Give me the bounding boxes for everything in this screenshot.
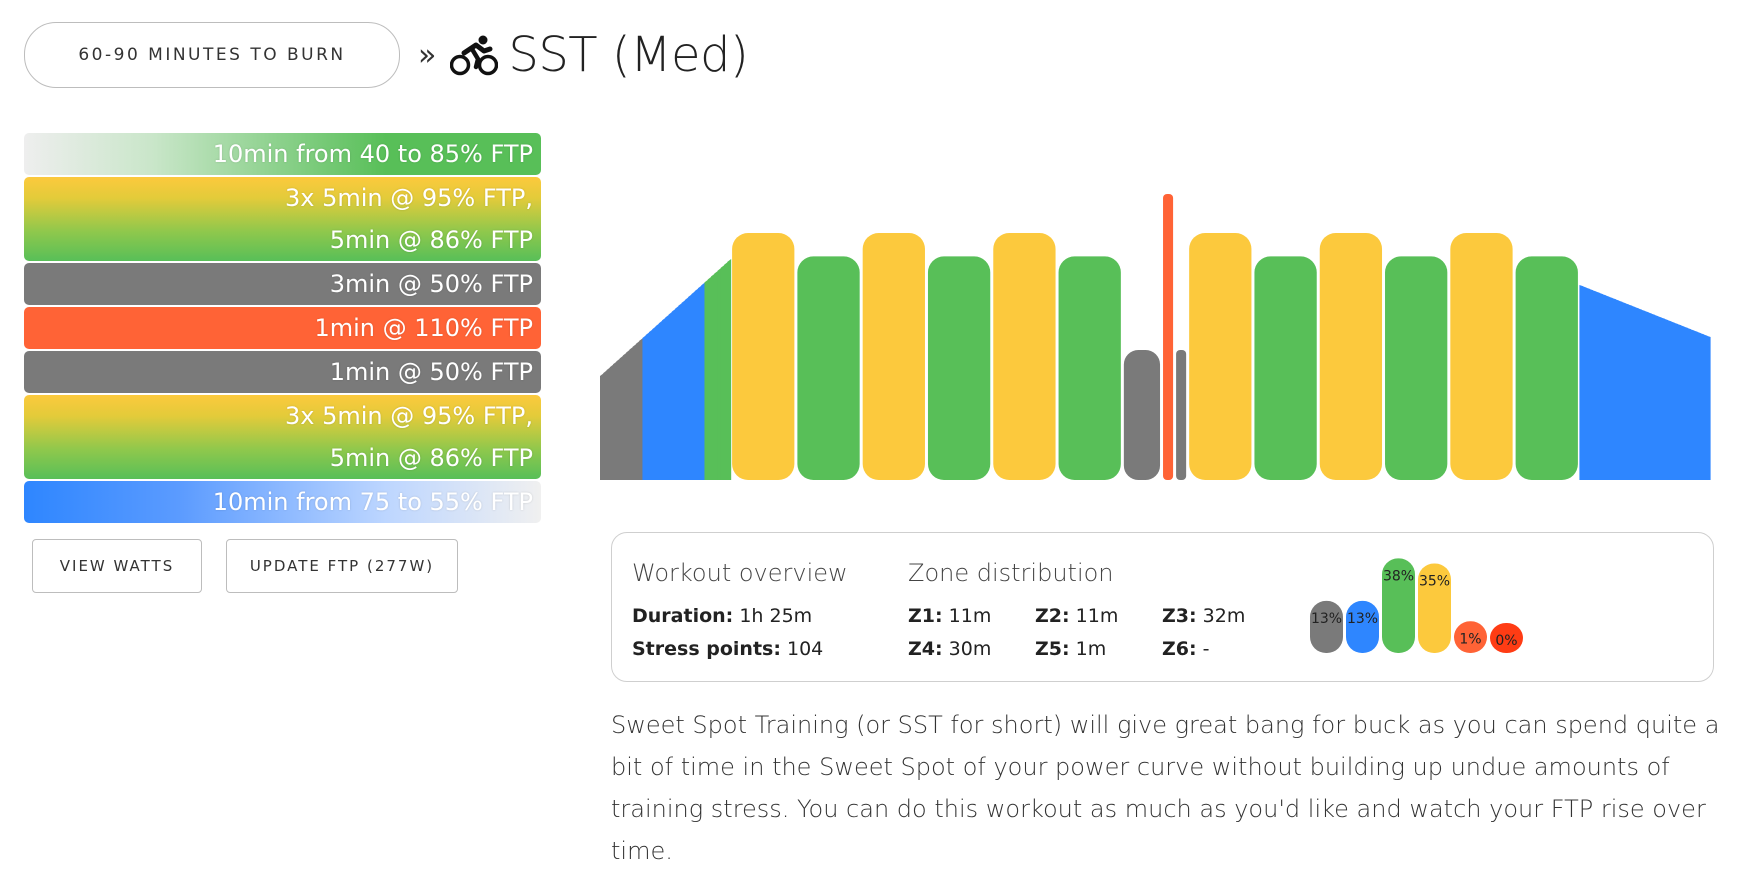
zone-label: Z1:	[908, 605, 943, 627]
zone-label: Z6:	[1162, 638, 1197, 660]
interval-segment-label: 1min @ 50% FTP	[329, 358, 533, 386]
interval-segment: 3min @ 50% FTP	[24, 263, 541, 305]
view-watts-button[interactable]: VIEW WATTS	[32, 539, 202, 593]
bicycle-rider-icon	[450, 35, 499, 76]
interval-segment: 1min @ 50% FTP	[24, 351, 541, 393]
zone-stat-z2: Z2: 11m	[1035, 605, 1118, 627]
workout-block	[927, 256, 991, 480]
zone-distribution-chart: 13% 13% 38% 35% 1% 0%	[1310, 558, 1523, 653]
interval-segment: 3x 5min @ 95% FTP, 5min @ 86% FTP	[24, 395, 541, 479]
zone-bar	[1346, 600, 1379, 653]
workout-profile-chart	[600, 194, 1711, 480]
zone-percent-label: 1%	[1459, 631, 1481, 647]
zone-value: 30m	[948, 638, 992, 660]
interval-segment-label: 5min @ 86% FTP	[329, 444, 533, 472]
chevron-right-icon: »	[418, 37, 437, 73]
zone-value: -	[1202, 638, 1210, 660]
zone-stat-z3: Z3: 32m	[1162, 605, 1245, 627]
workout-block	[1176, 350, 1187, 480]
workout-block	[797, 256, 860, 480]
workout-description: Sweet Spot Training (or SST for short) w…	[611, 711, 1720, 865]
workout-block	[1450, 233, 1513, 480]
update-ftp-button[interactable]: UPDATE FTP (277W)	[226, 539, 458, 593]
duration-label: Duration:	[632, 605, 734, 627]
interval-segment-label: 5min @ 86% FTP	[329, 226, 533, 254]
zone-value: 11m	[948, 605, 992, 627]
workout-block	[1058, 256, 1121, 480]
interval-segment-label: 10min from 75 to 55% FTP	[212, 488, 533, 516]
zone-label: Z2:	[1035, 605, 1070, 627]
interval-segment-label: 3x 5min @ 95% FTP,	[284, 402, 533, 430]
zone-percent-label: 35%	[1419, 574, 1450, 590]
workout-block	[1515, 256, 1578, 480]
zone-label: Z5:	[1035, 638, 1070, 660]
zone-value: 11m	[1075, 605, 1119, 627]
workout-title: » SST (Med)	[418, 20, 749, 90]
ramp-slice	[1706, 335, 1711, 480]
stress-value: 104	[787, 638, 824, 660]
workout-overview-panel: Workout overview Duration: 1h 25m Stress…	[611, 532, 1714, 682]
workout-block	[1254, 256, 1317, 480]
zone-percent-label: 13%	[1311, 611, 1342, 627]
duration-stat: Duration: 1h 25m	[632, 605, 812, 627]
workout-block	[1189, 233, 1252, 480]
zone-stat-z5: Z5: 1m	[1035, 638, 1106, 660]
interval-segment: 10min from 40 to 85% FTP	[24, 133, 541, 175]
interval-list: 10min from 40 to 85% FTP 3x 5min @ 95% FT…	[24, 133, 541, 525]
workout-block	[993, 233, 1056, 480]
minutes-to-burn-button[interactable]: 60-90 MINUTES TO BURN	[24, 22, 400, 88]
ramp-slice	[727, 259, 732, 480]
zone-distribution-heading: Zone distribution	[908, 559, 1114, 587]
zone-percent-label: 13%	[1347, 611, 1378, 627]
interval-segment-label: 3min @ 50% FTP	[329, 270, 533, 298]
zone-label: Z4:	[908, 638, 943, 660]
workout-block	[1319, 233, 1383, 480]
zone-stat-z4: Z4: 30m	[908, 638, 991, 660]
interval-segment-label: 10min from 40 to 85% FTP	[212, 140, 533, 168]
stress-stat: Stress points: 104	[632, 638, 823, 660]
workout-block	[732, 233, 795, 480]
workout-block	[1163, 194, 1174, 480]
workout-block	[1385, 256, 1448, 480]
zone-value: 1m	[1075, 638, 1107, 660]
zone-bar	[1310, 600, 1343, 653]
interval-segment: 1min @ 110% FTP	[24, 307, 541, 349]
zone-percent-label: 0%	[1495, 633, 1517, 649]
workout-block	[1123, 350, 1161, 480]
workout-block	[862, 233, 925, 480]
zone-stat-z1: Z1: 11m	[908, 605, 991, 627]
interval-segment-label: 1min @ 110% FTP	[314, 314, 533, 342]
stress-label: Stress points:	[632, 638, 781, 660]
zone-stat-z6: Z6: -	[1162, 638, 1210, 660]
zone-value: 32m	[1202, 605, 1246, 627]
interval-segment-label: 3x 5min @ 95% FTP,	[284, 184, 533, 212]
zone-label: Z3:	[1162, 605, 1197, 627]
interval-segment: 3x 5min @ 95% FTP, 5min @ 86% FTP	[24, 177, 541, 261]
zone-percent-label: 38%	[1383, 568, 1414, 584]
workout-name: SST (Med)	[508, 27, 749, 83]
interval-segment: 10min from 75 to 55% FTP	[24, 481, 541, 523]
overview-heading: Workout overview	[632, 559, 848, 587]
duration-value: 1h 25m	[739, 605, 813, 627]
